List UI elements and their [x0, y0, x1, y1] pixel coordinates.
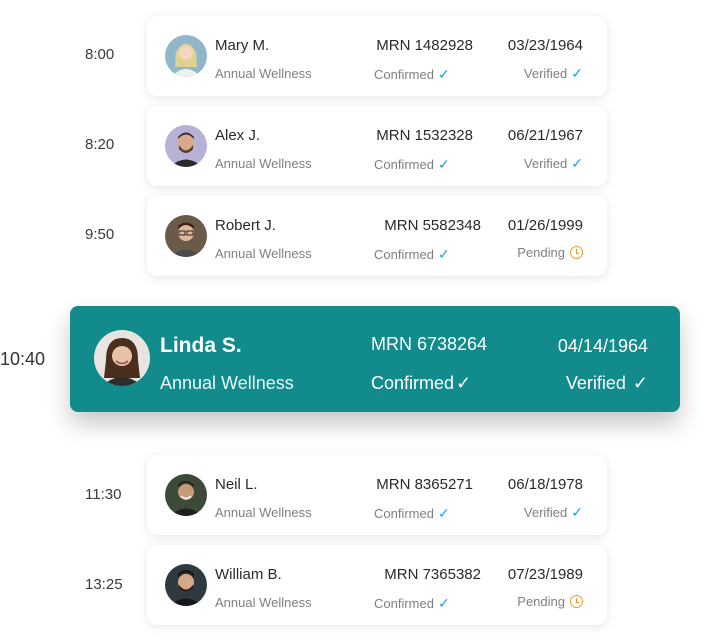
appointment-status-label: Confirmed	[374, 506, 434, 521]
avatar	[94, 330, 150, 386]
patient-dob: 04/14/1964	[557, 336, 648, 356]
appointment-status: Confirmed ✓	[374, 595, 450, 612]
appointment-card[interactable]: Alex J. Annual Wellness MRN 1532328 Conf…	[147, 106, 607, 186]
patient-mrn: MRN 1532328	[376, 127, 473, 144]
avatar	[165, 35, 207, 77]
clock-icon	[570, 246, 583, 259]
appointment-time: 9:50	[85, 226, 115, 243]
avatar	[165, 125, 207, 167]
appointment-time: 8:20	[85, 136, 115, 153]
appointment-status: Confirmed ✓	[374, 156, 450, 173]
visit-type: Annual Wellness	[215, 156, 312, 171]
insurance-status-label: Verified	[523, 156, 568, 171]
patient-mrn: MRN 5582348	[384, 217, 481, 234]
patient-dob: 06/21/1967	[507, 127, 583, 144]
patient-name: Linda S.	[160, 334, 242, 357]
avatar	[165, 474, 207, 516]
insurance-status: Pending	[517, 245, 583, 260]
patient-name: Alex J.	[215, 127, 261, 144]
check-icon: ✓	[437, 66, 450, 82]
patient-name: Robert J.	[215, 217, 276, 234]
insurance-status-label: Verified	[523, 505, 568, 520]
appointment-card[interactable]: Neil L. Annual Wellness MRN 8365271 Conf…	[147, 455, 607, 535]
check-icon: ✓	[437, 595, 450, 611]
patient-mrn: MRN 7365382	[384, 566, 481, 583]
appointment-status-label: Confirmed	[374, 157, 434, 172]
appointment-status-label: Confirmed	[374, 67, 434, 82]
avatar	[165, 215, 207, 257]
appointment-card-selected[interactable]: Linda S. Annual Wellness MRN 6738264 Con…	[70, 306, 680, 412]
appointment-status: Confirmed ✓	[374, 66, 450, 83]
appointment-status-label: Confirmed	[371, 373, 455, 393]
patient-name: Neil L.	[215, 476, 258, 493]
patient-dob: 06/18/1978	[507, 476, 583, 493]
patient-name: Mary M.	[215, 37, 270, 54]
appointment-card[interactable]: Robert J. Annual Wellness MRN 5582348 Co…	[147, 196, 607, 276]
insurance-status: Verified ✓	[524, 65, 583, 82]
check-icon: ✓	[632, 373, 648, 393]
insurance-status-label: Verified	[523, 66, 568, 81]
avatar	[165, 564, 207, 606]
check-icon: ✓	[456, 373, 472, 393]
appointment-time: 11:30	[85, 486, 122, 503]
insurance-status: Verified ✓	[524, 504, 583, 521]
patient-mrn: MRN 8365271	[376, 476, 473, 493]
check-icon: ✓	[571, 504, 583, 520]
insurance-status: Verified ✓	[524, 155, 583, 172]
insurance-status-label: Pending	[517, 594, 565, 609]
appointment-time: 8:00	[85, 46, 115, 63]
check-icon: ✓	[571, 65, 583, 81]
patient-mrn: MRN 6738264	[371, 334, 488, 354]
appointment-card[interactable]: William B. Annual Wellness MRN 7365382 C…	[147, 545, 607, 625]
check-icon: ✓	[437, 246, 450, 262]
check-icon: ✓	[571, 155, 583, 171]
check-icon: ✓	[437, 505, 450, 521]
appointment-card[interactable]: Mary M. Annual Wellness MRN 1482928 Conf…	[147, 16, 607, 96]
patient-dob: 03/23/1964	[507, 37, 583, 54]
visit-type: Annual Wellness	[160, 373, 294, 393]
visit-type: Annual Wellness	[215, 595, 312, 610]
insurance-status-label: Verified	[565, 373, 626, 393]
appointment-status: Confirmed ✓	[374, 246, 450, 263]
appointment-status: Confirmed ✓	[371, 373, 471, 394]
patient-name: William B.	[215, 566, 282, 583]
insurance-status: Verified ✓	[566, 373, 648, 394]
appointment-status-label: Confirmed	[374, 596, 434, 611]
visit-type: Annual Wellness	[215, 505, 312, 520]
visit-type: Annual Wellness	[215, 66, 312, 81]
patient-dob: 07/23/1989	[507, 566, 583, 583]
appointment-time: 10:40	[0, 349, 46, 369]
insurance-status-label: Pending	[517, 245, 565, 260]
clock-icon	[570, 595, 583, 608]
insurance-status: Pending	[517, 594, 583, 609]
patient-dob: 01/26/1999	[507, 217, 583, 234]
appointment-status: Confirmed ✓	[374, 505, 450, 522]
appointment-status-label: Confirmed	[374, 247, 434, 262]
patient-mrn: MRN 1482928	[376, 37, 473, 54]
check-icon: ✓	[437, 156, 450, 172]
visit-type: Annual Wellness	[215, 246, 312, 261]
appointment-time: 13:25	[85, 576, 123, 593]
